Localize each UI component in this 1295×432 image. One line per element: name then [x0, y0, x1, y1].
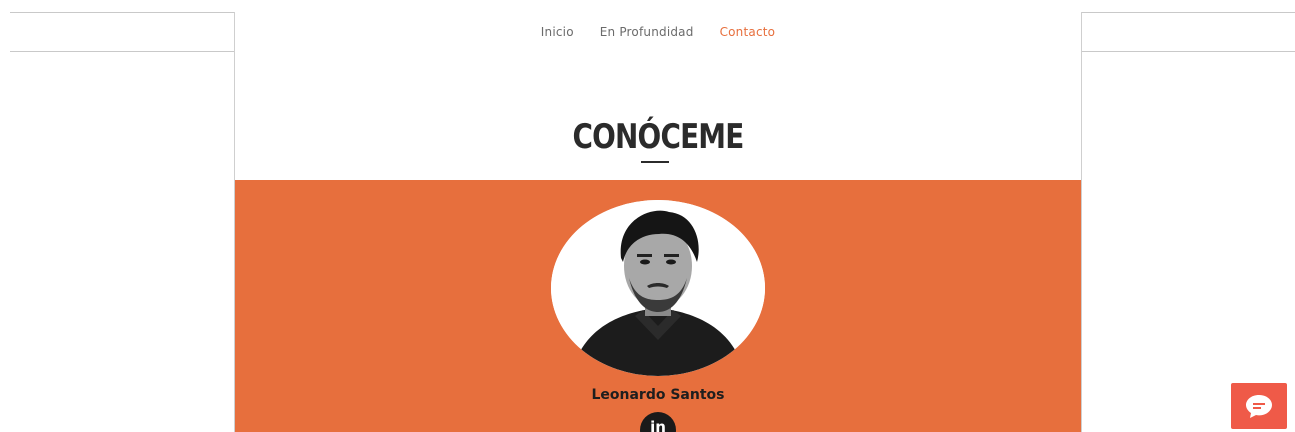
nav-link-contacto[interactable]: Contacto: [720, 25, 776, 39]
heading-divider: [641, 161, 669, 163]
linkedin-icon[interactable]: in: [640, 412, 676, 432]
portrait-illustration: [551, 200, 765, 376]
profile-photo: [551, 200, 765, 376]
nav-link-en-profundidad[interactable]: En Profundidad: [600, 25, 694, 39]
main-nav: Inicio En Profundidad Contacto: [235, 12, 1081, 51]
page: Inicio En Profundidad Contacto CONÓCEME: [0, 0, 1295, 432]
nav-link-inicio[interactable]: Inicio: [541, 25, 574, 39]
content-column: Inicio En Profundidad Contacto CONÓCEME: [234, 12, 1082, 432]
person-name: Leonardo Santos: [591, 387, 725, 403]
profile-section: Leonardo Santos in: [235, 180, 1081, 432]
chat-bubble-icon: [1246, 395, 1272, 418]
section-heading: CONÓCEME: [572, 116, 745, 157]
chat-button[interactable]: [1231, 383, 1287, 429]
